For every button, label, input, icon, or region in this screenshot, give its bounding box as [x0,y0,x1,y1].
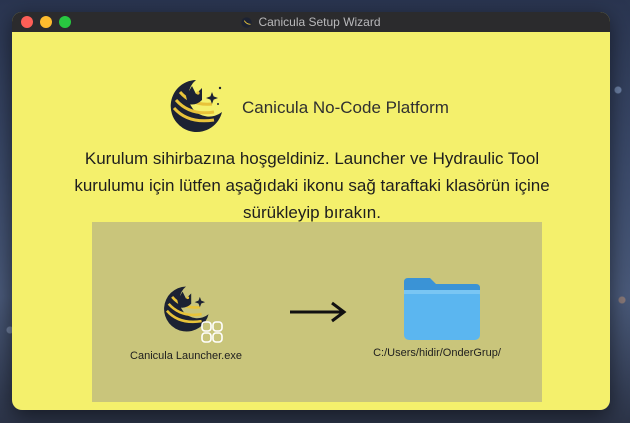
title-bar[interactable]: Canicula Setup Wizard [12,12,610,32]
target-folder-label: C:/Users/hidir/OnderGrup/ [373,347,501,359]
drag-install-area: Canicula Launcher.exe C:/Users/hidir/Ond… [92,222,542,402]
setup-window: Canicula Setup Wizard Canicula No-Code P… [12,12,610,410]
canicula-logo-icon [241,16,253,28]
zoom-button[interactable] [59,16,71,28]
launcher-app-item[interactable]: Canicula Launcher.exe [126,284,246,364]
window-title-group: Canicula Setup Wizard [241,15,381,29]
canicula-logo-icon [166,78,226,138]
target-folder-item[interactable]: C:/Users/hidir/OnderGrup/ [362,274,512,364]
minimize-button[interactable] [40,16,52,28]
welcome-message: Kurulum sihirbazına hoşgeldiniz. Launche… [74,149,550,222]
brand-header: Canicula No-Code Platform [166,78,449,138]
brand-name: Canicula No-Code Platform [242,98,449,117]
arrow-right-icon [288,300,348,328]
launcher-app-label: Canicula Launcher.exe [130,350,242,362]
folder-icon[interactable] [402,274,482,346]
window-title: Canicula Setup Wizard [258,15,381,29]
window-controls [21,16,71,28]
alias-shortcut-icon [200,320,224,344]
close-button[interactable] [21,16,33,28]
